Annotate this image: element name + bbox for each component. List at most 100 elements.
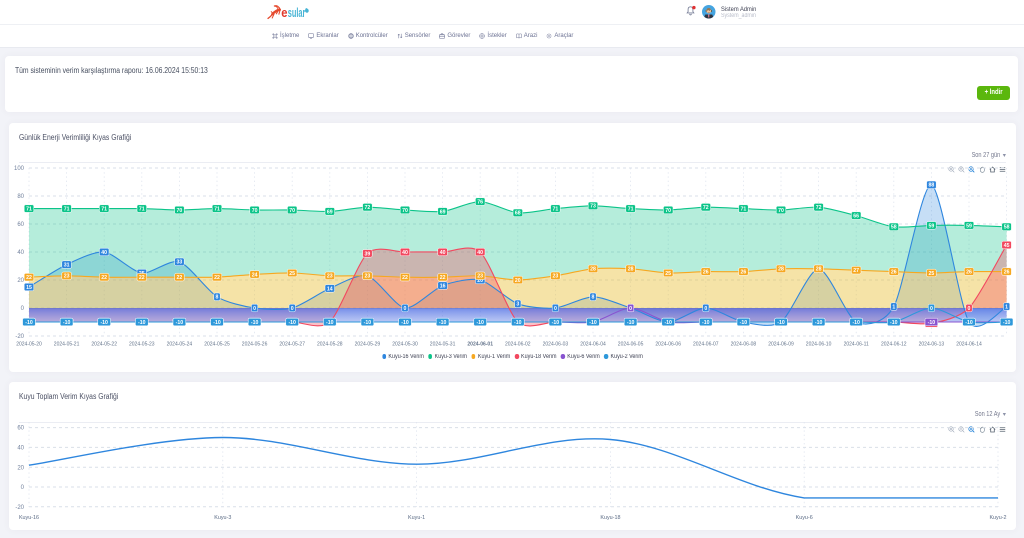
svg-text:26: 26 (1004, 270, 1010, 276)
svg-text:23: 23 (553, 274, 559, 280)
svg-text:-20: -20 (15, 334, 24, 340)
svg-text:40: 40 (17, 446, 24, 452)
svg-text:28: 28 (778, 267, 784, 273)
svg-text:-10: -10 (401, 320, 409, 326)
svg-text:71: 71 (101, 207, 107, 213)
svg-text:-10: -10 (288, 320, 296, 326)
svg-text:-10: -10 (815, 320, 823, 326)
svg-text:-10: -10 (852, 320, 860, 326)
svg-text:-10: -10 (25, 320, 33, 326)
svg-text:2024-06-09: 2024-06-09 (768, 342, 794, 348)
svg-text:23: 23 (327, 274, 333, 280)
svg-text:-10: -10 (251, 320, 259, 326)
svg-text:33: 33 (177, 260, 183, 266)
svg-text:70: 70 (252, 208, 258, 214)
svg-text:22: 22 (139, 275, 145, 281)
svg-text:-10: -10 (476, 320, 484, 326)
svg-text:20: 20 (17, 278, 24, 284)
svg-text:26: 26 (741, 270, 747, 276)
svg-text:71: 71 (214, 207, 220, 213)
svg-text:40: 40 (477, 250, 483, 256)
svg-text:72: 72 (816, 205, 822, 211)
svg-text:23: 23 (365, 274, 371, 280)
svg-text:68: 68 (515, 211, 521, 217)
svg-text:22: 22 (440, 275, 446, 281)
svg-text:40: 40 (440, 250, 446, 256)
svg-text:8: 8 (216, 295, 219, 301)
svg-text:2024-05-24: 2024-05-24 (167, 342, 193, 348)
svg-text:2024-06-11: 2024-06-11 (844, 342, 869, 348)
svg-text:76: 76 (477, 200, 483, 206)
svg-text:66: 66 (853, 214, 859, 220)
svg-text:2024-06-02: 2024-06-02 (505, 342, 531, 348)
svg-text:40: 40 (402, 250, 408, 256)
svg-text:2024-05-26: 2024-05-26 (242, 342, 268, 348)
svg-text:25: 25 (289, 271, 295, 277)
svg-text:-10: -10 (890, 320, 898, 326)
svg-text:-10: -10 (740, 320, 748, 326)
svg-text:23: 23 (477, 274, 483, 280)
svg-text:2024-05-22: 2024-05-22 (91, 342, 117, 348)
svg-text:e: e (281, 5, 287, 20)
svg-text:-10: -10 (1003, 320, 1011, 326)
svg-text:71: 71 (628, 207, 634, 213)
svg-text:72: 72 (365, 205, 371, 211)
svg-text:0: 0 (253, 306, 256, 312)
svg-text:-10: -10 (627, 320, 635, 326)
svg-text:28: 28 (816, 267, 822, 273)
svg-text:59: 59 (929, 223, 935, 229)
svg-text:27: 27 (853, 268, 859, 274)
svg-text:2024-05-20: 2024-05-20 (16, 342, 42, 348)
svg-text:-10: -10 (664, 320, 672, 326)
svg-text:16: 16 (440, 284, 446, 290)
svg-text:31: 31 (64, 263, 70, 269)
svg-text:40: 40 (17, 250, 24, 256)
svg-text:1: 1 (1005, 305, 1008, 311)
svg-text:22: 22 (214, 275, 220, 281)
svg-text:-10: -10 (176, 320, 184, 326)
svg-text:0: 0 (968, 306, 971, 312)
svg-text:2024-05-31: 2024-05-31 (430, 342, 456, 348)
svg-text:71: 71 (139, 207, 145, 213)
svg-text:69: 69 (327, 209, 333, 215)
svg-text:25: 25 (665, 271, 671, 277)
svg-text:Kuyu-6: Kuyu-6 (796, 515, 813, 521)
svg-text:-20: -20 (15, 505, 24, 511)
svg-text:-10: -10 (439, 320, 447, 326)
svg-text:2024-06-05: 2024-06-05 (618, 342, 644, 348)
svg-text:80: 80 (17, 194, 24, 200)
svg-text:28: 28 (628, 267, 634, 273)
svg-text:0: 0 (291, 306, 294, 312)
svg-text:71: 71 (64, 207, 70, 213)
svg-text:60: 60 (17, 222, 24, 228)
svg-text:-10: -10 (213, 320, 221, 326)
svg-text:20: 20 (17, 465, 24, 471)
svg-text:0: 0 (704, 306, 707, 312)
svg-text:22: 22 (101, 275, 107, 281)
svg-text:-10: -10 (326, 320, 334, 326)
svg-text:-10: -10 (702, 320, 710, 326)
svg-text:2024-05-21: 2024-05-21 (54, 342, 80, 348)
svg-text:-10: -10 (589, 320, 597, 326)
svg-text:2024-06-04: 2024-06-04 (580, 342, 606, 348)
svg-text:26: 26 (703, 270, 709, 276)
svg-text:-10: -10 (364, 320, 372, 326)
svg-text:8: 8 (592, 295, 595, 301)
svg-text:88: 88 (929, 183, 935, 189)
svg-text:0: 0 (404, 306, 407, 312)
svg-text:100: 100 (14, 166, 25, 172)
svg-text:60: 60 (17, 426, 24, 432)
svg-text:2024-06-10: 2024-06-10 (806, 342, 832, 348)
svg-text:70: 70 (665, 208, 671, 214)
svg-text:2024-05-30: 2024-05-30 (392, 342, 418, 348)
svg-text:59: 59 (966, 223, 972, 229)
svg-text:3: 3 (516, 302, 519, 308)
svg-text:2024-06-01: 2024-06-01 (467, 342, 493, 348)
svg-text:26: 26 (966, 270, 972, 276)
svg-text:15: 15 (26, 285, 32, 291)
svg-text:39: 39 (365, 251, 371, 257)
svg-text:26: 26 (891, 270, 897, 276)
svg-text:58: 58 (1004, 225, 1010, 231)
svg-text:22: 22 (26, 275, 32, 281)
svg-text:25: 25 (929, 271, 935, 277)
